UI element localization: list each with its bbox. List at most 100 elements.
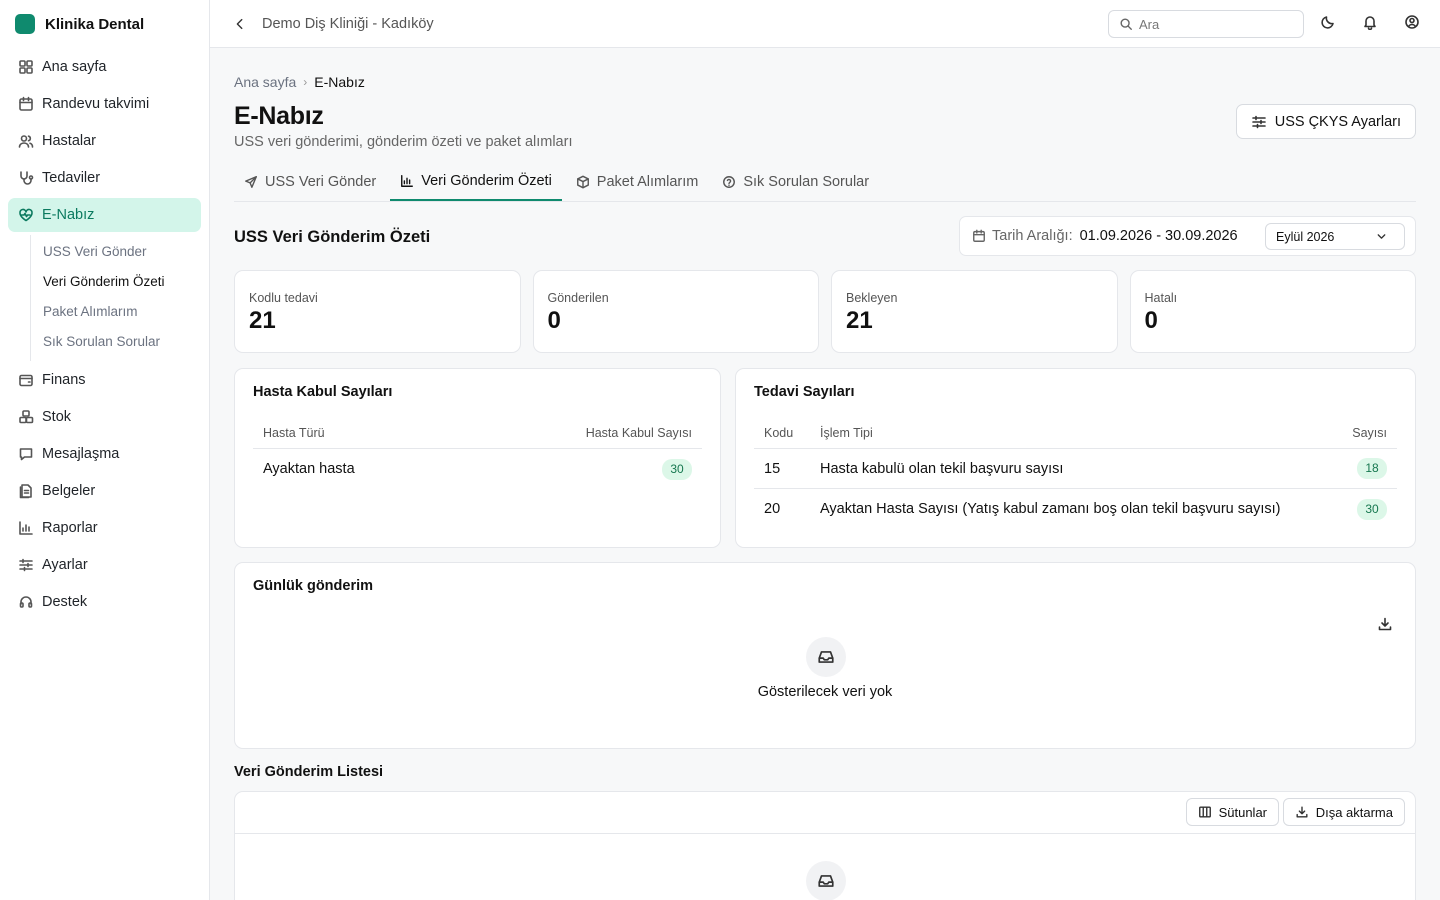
sliders-icon xyxy=(1251,114,1267,130)
table-row: Ayaktan hasta 30 xyxy=(253,449,702,489)
table-header: Hasta Türü Hasta Kabul Sayısı xyxy=(253,417,702,449)
package-icon xyxy=(576,175,590,189)
column-header: Hasta Kabul Sayısı xyxy=(585,425,692,440)
sidebar-item-label: Ana sayfa xyxy=(42,59,107,75)
bar-chart-icon xyxy=(400,174,414,188)
tab-uss-send[interactable]: USS Veri Gönder xyxy=(234,163,386,201)
chevron-left-icon xyxy=(233,17,247,31)
table-row: 15 Hasta kabulü olan tekil başvuru sayıs… xyxy=(754,449,1397,489)
list-title: Veri Gönderim Listesi xyxy=(234,764,384,780)
treatment-code: 20 xyxy=(764,501,781,517)
uss-settings-button[interactable]: USS ÇKYS Ayarları xyxy=(1235,104,1416,139)
columns-button-label: Sütunlar xyxy=(1218,804,1267,820)
sidebar-item-patients[interactable]: Hastalar xyxy=(8,124,201,158)
moon-icon[interactable] xyxy=(1320,14,1340,34)
sidebar-item-label: Raporlar xyxy=(42,520,98,536)
table-header: Kodu İşlem Tipi Sayısı xyxy=(754,417,1397,449)
columns-icon xyxy=(1198,805,1212,819)
sidebar-item-label: Belgeler xyxy=(42,483,96,499)
tab-summary[interactable]: Veri Gönderim Özeti xyxy=(390,163,562,201)
stat-card-coded: Kodlu tedavi 21 xyxy=(234,270,521,353)
search-icon xyxy=(1119,17,1133,31)
back-button[interactable] xyxy=(230,14,250,34)
treatment-type: Ayaktan Hasta Sayısı (Yatış kabul zamanı… xyxy=(820,501,1281,517)
column-header: Hasta Türü xyxy=(263,425,325,440)
submenu-item-faq[interactable]: Sık Sorulan Sorular xyxy=(31,327,209,357)
brand-logo xyxy=(15,14,35,34)
sidebar-item-documents[interactable]: Belgeler xyxy=(8,474,201,508)
stethoscope-icon xyxy=(18,170,34,186)
card-title: Günlük gönderim xyxy=(253,578,374,594)
stat-value: 21 xyxy=(846,307,873,334)
breadcrumb-home[interactable]: Ana sayfa xyxy=(234,74,296,90)
sidebar-item-messaging[interactable]: Mesajlaşma xyxy=(8,437,201,471)
tab-packages[interactable]: Paket Alımlarım xyxy=(566,163,709,201)
treatment-type: Hasta kabulü olan tekil başvuru sayısı xyxy=(820,460,1064,477)
e-nabiz-submenu: USS Veri Gönder Veri Gönderim Özeti Pake… xyxy=(30,235,209,361)
submenu-item-packages[interactable]: Paket Alımlarım xyxy=(31,297,209,327)
sidebar-item-label: Randevu takvimi xyxy=(42,96,150,112)
tab-label: Sık Sorulan Sorular xyxy=(743,174,870,190)
divider xyxy=(235,833,1415,834)
send-icon xyxy=(244,175,258,189)
clinic-name[interactable]: Demo Diş Kliniği - Kadıköy xyxy=(262,16,434,32)
inbox-icon xyxy=(806,861,846,900)
export-button-label: Dışa aktarma xyxy=(1315,804,1393,820)
brand[interactable]: Klinika Dental xyxy=(0,0,209,48)
sidebar-item-calendar[interactable]: Randevu takvimi xyxy=(8,87,201,121)
count-badge: 30 xyxy=(1357,498,1387,520)
sidebar-item-label: E-Nabız xyxy=(42,207,95,223)
export-button[interactable]: Dışa aktarma xyxy=(1282,798,1405,826)
stat-value: 21 xyxy=(249,307,276,334)
patient-admissions-table: Hasta Türü Hasta Kabul Sayısı Ayaktan ha… xyxy=(253,417,702,489)
heart-pulse-icon xyxy=(18,207,34,223)
sidebar-item-finance[interactable]: Finans xyxy=(8,363,201,397)
sidebar-item-label: Hastalar xyxy=(42,133,96,149)
tab-label: Veri Gönderim Özeti xyxy=(421,173,552,189)
sidebar-item-e-nabiz[interactable]: E-Nabız xyxy=(8,198,201,232)
column-header: Sayısı xyxy=(1352,425,1387,440)
inbox-icon xyxy=(806,637,846,677)
sidebar-item-label: Destek xyxy=(42,594,88,610)
headset-icon xyxy=(18,594,34,610)
card-title: Hasta Kabul Sayıları xyxy=(253,384,393,400)
sidebar-item-home[interactable]: Ana sayfa xyxy=(8,50,201,84)
empty-state-text: Gösterilecek veri yok xyxy=(757,684,893,700)
sidebar-item-treatments[interactable]: Tedaviler xyxy=(8,161,201,195)
grid-icon xyxy=(18,59,34,75)
data-list-card: Sütunlar Dışa aktarma xyxy=(234,791,1416,900)
month-select[interactable]: Eylül 2026 xyxy=(1265,223,1405,250)
sidebar-item-reports[interactable]: Raporlar xyxy=(8,511,201,545)
submenu-item-summary[interactable]: Veri Gönderim Özeti xyxy=(31,267,209,297)
search-input[interactable] xyxy=(1139,16,1289,32)
stat-label: Hatalı xyxy=(1144,291,1178,305)
download-icon[interactable] xyxy=(1377,616,1393,632)
stat-value: 0 xyxy=(547,307,561,334)
treatment-code: 15 xyxy=(764,460,781,477)
sidebar-item-label: Ayarlar xyxy=(42,557,88,573)
document-icon xyxy=(18,483,34,499)
breadcrumb-current: E-Nabız xyxy=(314,74,365,90)
stat-card-pending: Bekleyen 21 xyxy=(831,270,1118,353)
tabs: USS Veri Gönder Veri Gönderim Özeti Pake… xyxy=(234,163,1416,202)
tab-label: USS Veri Gönder xyxy=(265,174,377,190)
sidebar-item-label: Tedaviler xyxy=(42,170,101,186)
user-circle-icon[interactable] xyxy=(1404,14,1424,34)
calendar-icon xyxy=(972,229,986,243)
submenu-item-uss-send[interactable]: USS Veri Gönder xyxy=(31,237,209,267)
sidebar-item-support[interactable]: Destek xyxy=(8,585,201,619)
bar-chart-icon xyxy=(18,520,34,536)
sidebar-item-stock[interactable]: Stok xyxy=(8,400,201,434)
page-subtitle: USS veri gönderimi, gönderim özeti ve pa… xyxy=(234,134,573,150)
card-title: Tedavi Sayıları xyxy=(754,384,855,400)
columns-button[interactable]: Sütunlar xyxy=(1185,798,1279,826)
daily-sending-card: Günlük gönderim Gösterilecek veri yok xyxy=(234,562,1416,749)
search-box[interactable] xyxy=(1108,10,1304,38)
tab-faq[interactable]: Sık Sorulan Sorular xyxy=(712,163,879,201)
stat-label: Gönderilen xyxy=(547,291,609,305)
bell-icon[interactable] xyxy=(1362,14,1382,34)
users-icon xyxy=(18,133,34,149)
breadcrumb-separator-icon: › xyxy=(303,75,308,89)
chevron-down-icon xyxy=(1375,230,1388,243)
sidebar-item-settings[interactable]: Ayarlar xyxy=(8,548,201,582)
